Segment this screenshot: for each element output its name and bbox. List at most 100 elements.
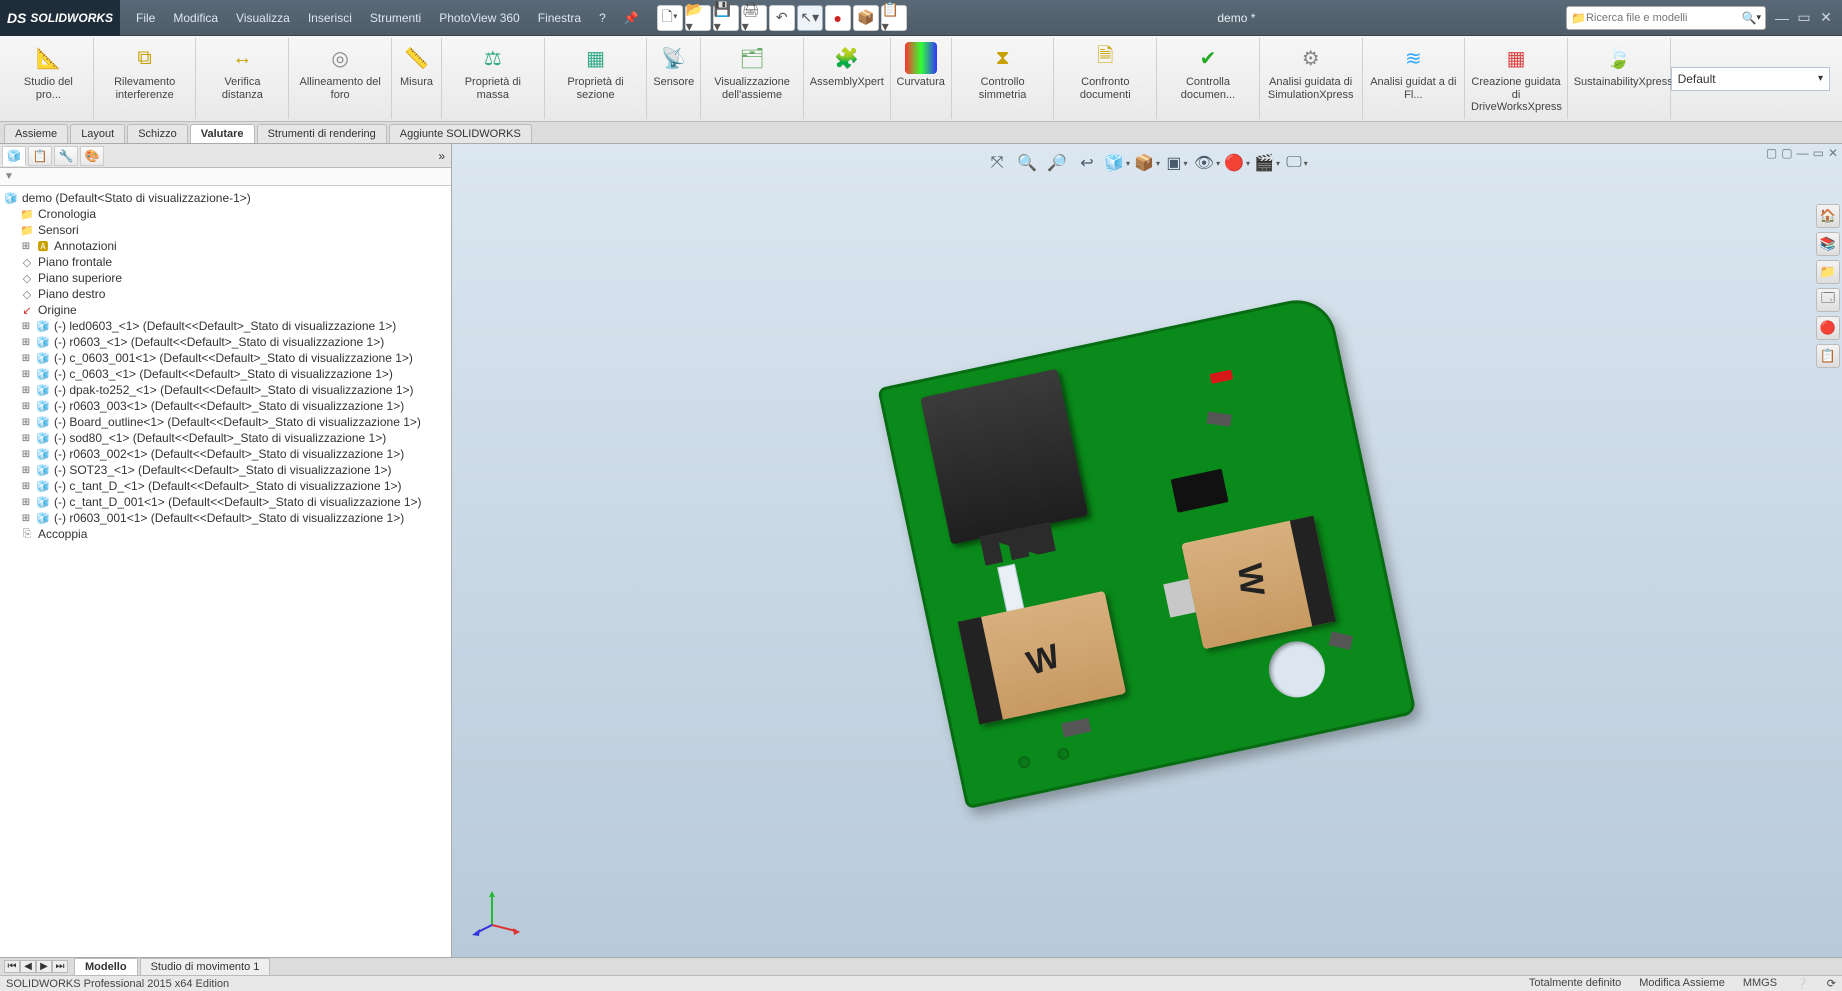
- options-icon[interactable]: 📦: [853, 5, 879, 31]
- tree-tab-property[interactable]: 📋: [28, 146, 52, 166]
- ribbon-asmxpert[interactable]: 🧩AssemblyXpert: [804, 38, 891, 119]
- menu-photoview[interactable]: PhotoView 360: [431, 7, 528, 29]
- ribbon-measure[interactable]: 📏Misura: [392, 38, 442, 119]
- ribbon-clearance[interactable]: ↔Verifica distanza: [196, 38, 289, 119]
- ribbon-dwxpress[interactable]: ▦Creazione guidata di DriveWorksXpress: [1465, 38, 1568, 119]
- search-box[interactable]: 📁 🔍 ▾: [1566, 6, 1766, 30]
- expand-icon[interactable]: ⊞: [20, 433, 32, 444]
- tree-root[interactable]: 🧊demo (Default<Stato di visualizzazione-…: [2, 190, 449, 206]
- view-orient-icon[interactable]: ⤧: [984, 150, 1010, 176]
- ribbon-curvature[interactable]: Curvatura: [891, 38, 952, 119]
- dock-home-icon[interactable]: 🏠: [1816, 204, 1840, 228]
- tab-evaluate[interactable]: Valutare: [190, 124, 255, 143]
- ribbon-simxpress[interactable]: ⚙Analisi guidata di SimulationXpress: [1260, 38, 1363, 119]
- prev-view-icon[interactable]: ↩: [1074, 150, 1100, 176]
- ribbon-floxpress[interactable]: ≋Analisi guidat a di Fl...: [1363, 38, 1466, 119]
- expand-icon[interactable]: ⊞: [20, 401, 32, 412]
- tab-assembly[interactable]: Assieme: [4, 124, 68, 143]
- tree-annotations[interactable]: ⊞🅰Annotazioni: [2, 238, 449, 254]
- save-icon[interactable]: 💾▾: [713, 5, 739, 31]
- tree-history[interactable]: 📁Cronologia: [2, 206, 449, 222]
- tree-part-1[interactable]: ⊞🧊(-) r0603_<1> (Default<<Default>_Stato…: [2, 334, 449, 350]
- tree-plane-front[interactable]: ◇Piano frontale: [2, 254, 449, 270]
- vp-close-icon[interactable]: ✕: [1828, 146, 1838, 160]
- expand-icon[interactable]: ⊞: [20, 337, 32, 348]
- ribbon-study[interactable]: 📐Studio del pro...: [4, 38, 94, 119]
- select-icon[interactable]: ↖▾: [797, 5, 823, 31]
- menu-tools[interactable]: Strumenti: [362, 7, 429, 29]
- ribbon-massprops[interactable]: ⚖Proprietà di massa: [442, 38, 545, 119]
- zoom-fit-icon[interactable]: 🔍: [1014, 150, 1040, 176]
- ribbon-sensor[interactable]: 📡Sensore: [647, 38, 701, 119]
- status-units[interactable]: MMGS: [1743, 977, 1777, 990]
- close-icon[interactable]: ✕: [1816, 8, 1836, 28]
- tree-plane-top[interactable]: ◇Piano superiore: [2, 270, 449, 286]
- tab-addins[interactable]: Aggiunte SOLIDWORKS: [389, 124, 532, 143]
- status-rebuild-icon[interactable]: ⟳: [1827, 977, 1836, 990]
- tab-last-icon[interactable]: ⏭: [52, 960, 68, 973]
- zoom-area-icon[interactable]: 🔎: [1044, 150, 1070, 176]
- expand-icon[interactable]: ⊞: [20, 417, 32, 428]
- settings-icon[interactable]: 📋▾: [881, 5, 907, 31]
- menu-pin-icon[interactable]: 📌: [616, 7, 647, 29]
- tree-part-6[interactable]: ⊞🧊(-) Board_outline<1> (Default<<Default…: [2, 414, 449, 430]
- display-style-icon[interactable]: ▣: [1164, 150, 1190, 176]
- tab-motion-study[interactable]: Studio di movimento 1: [140, 958, 271, 976]
- vp-tile2-icon[interactable]: ▢: [1781, 146, 1792, 160]
- expand-icon[interactable]: ⊞: [20, 513, 32, 524]
- ribbon-sectionprops[interactable]: ▦Proprietà di sezione: [545, 38, 648, 119]
- scene-icon[interactable]: 🎬: [1254, 150, 1280, 176]
- tree-part-2[interactable]: ⊞🧊(-) c_0603_001<1> (Default<<Default>_S…: [2, 350, 449, 366]
- dock-appearance-icon[interactable]: 🔴: [1816, 316, 1840, 340]
- search-input[interactable]: [1586, 12, 1742, 24]
- menu-view[interactable]: Visualizza: [228, 7, 298, 29]
- tree-filter-bar[interactable]: ▼: [0, 168, 451, 186]
- tree-tab-feature[interactable]: 🧊: [2, 146, 26, 166]
- tab-sketch[interactable]: Schizzo: [127, 124, 188, 143]
- rebuild-icon[interactable]: ●: [825, 5, 851, 31]
- view-settings-icon[interactable]: 🖵: [1284, 150, 1310, 176]
- dock-view-palette-icon[interactable]: 🗔: [1816, 288, 1840, 312]
- undo-icon[interactable]: ↶: [769, 5, 795, 31]
- tree-mates[interactable]: ⎘Accoppia: [2, 526, 449, 542]
- graphics-viewport[interactable]: ▢ ▢ — ▭ ✕ ⤧ 🔍 🔎 ↩ 🧊 📦 ▣ 👁 🔴 🎬 🖵 🏠 📚 📁 🗔 …: [452, 144, 1842, 957]
- tree-panel-expand-icon[interactable]: »: [438, 149, 445, 163]
- hide-show-icon[interactable]: 👁: [1194, 150, 1220, 176]
- tree-plane-right[interactable]: ◇Piano destro: [2, 286, 449, 302]
- dock-explorer-icon[interactable]: 📁: [1816, 260, 1840, 284]
- tree-part-8[interactable]: ⊞🧊(-) r0603_002<1> (Default<<Default>_St…: [2, 446, 449, 462]
- ribbon-compare[interactable]: 🗎Confronto documenti: [1054, 38, 1157, 119]
- ribbon-sustain[interactable]: 🍃SustainabilityXpress: [1568, 38, 1671, 119]
- expand-icon[interactable]: ⊞: [20, 353, 32, 364]
- tree-part-9[interactable]: ⊞🧊(-) SOT23_<1> (Default<<Default>_Stato…: [2, 462, 449, 478]
- tree-part-4[interactable]: ⊞🧊(-) dpak-to252_<1> (Default<<Default>_…: [2, 382, 449, 398]
- ribbon-hole[interactable]: ◎Allineamento del foro: [289, 38, 392, 119]
- tree-part-10[interactable]: ⊞🧊(-) c_tant_D_<1> (Default<<Default>_St…: [2, 478, 449, 494]
- menu-window[interactable]: Finestra: [530, 7, 589, 29]
- tab-prev-icon[interactable]: ◀: [20, 960, 36, 973]
- tree-origin[interactable]: ↙Origine: [2, 302, 449, 318]
- expand-icon[interactable]: ⊞: [20, 449, 32, 460]
- view-orientation-icon[interactable]: 📦: [1134, 150, 1160, 176]
- menu-insert[interactable]: Inserisci: [300, 7, 360, 29]
- ribbon-symmetry[interactable]: ⧗Controllo simmetria: [952, 38, 1055, 119]
- expand-icon[interactable]: ⊞: [20, 321, 32, 332]
- tree-tab-config[interactable]: 🔧: [54, 146, 78, 166]
- minimize-icon[interactable]: —: [1772, 8, 1792, 28]
- ribbon-asmviz[interactable]: 🗂Visualizzazione dell'assieme: [701, 38, 804, 119]
- vp-max-icon[interactable]: ▭: [1813, 146, 1824, 160]
- menu-file[interactable]: File: [128, 7, 163, 29]
- tab-first-icon[interactable]: ⏮: [4, 960, 20, 973]
- tab-next-icon[interactable]: ▶: [36, 960, 52, 973]
- expand-icon[interactable]: ⊞: [20, 369, 32, 380]
- print-icon[interactable]: 🖨▾: [741, 5, 767, 31]
- section-view-icon[interactable]: 🧊: [1104, 150, 1130, 176]
- expand-icon[interactable]: ⊞: [20, 497, 32, 508]
- maximize-icon[interactable]: ▭: [1794, 8, 1814, 28]
- expand-icon[interactable]: ⊞: [20, 385, 32, 396]
- new-doc-icon[interactable]: 🗋▾: [657, 5, 683, 31]
- search-dropdown-icon[interactable]: ▾: [1756, 12, 1761, 23]
- expand-icon[interactable]: ⊞: [20, 465, 32, 476]
- tab-layout[interactable]: Layout: [70, 124, 125, 143]
- search-icon[interactable]: 🔍: [1742, 11, 1757, 25]
